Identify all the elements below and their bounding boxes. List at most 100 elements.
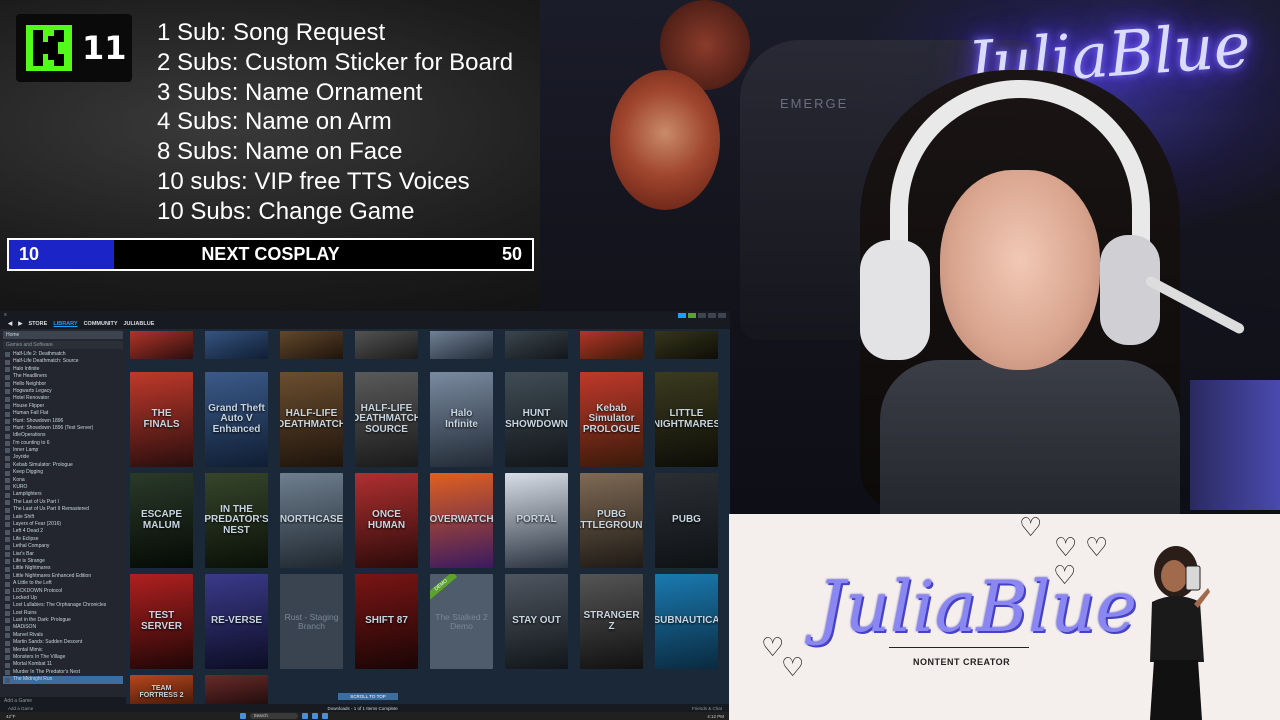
game-tile[interactable]: Halo Infinite: [430, 372, 493, 467]
game-tile[interactable]: TEAM FORTRESS 2: [130, 675, 193, 704]
sidebar-game-item[interactable]: Life Eclipse: [3, 536, 123, 543]
forward-arrow-icon[interactable]: ▶: [18, 321, 22, 327]
sidebar-game-item[interactable]: Locked Up: [3, 595, 123, 602]
windows-start-icon[interactable]: [239, 713, 246, 719]
maximize-icon[interactable]: [708, 312, 716, 318]
taskbar-search[interactable]: Search: [249, 713, 298, 719]
nav-community[interactable]: COMMUNITY: [84, 321, 118, 327]
sidebar-game-item[interactable]: Kebab Simulator: Prologue: [3, 462, 123, 469]
game-tile[interactable]: [505, 331, 568, 359]
sidebar-game-item[interactable]: Martin Sands: Sudden Descent: [3, 639, 123, 646]
sidebar-game-item[interactable]: Half-Life Deathmatch: Source: [3, 358, 123, 366]
nav-library[interactable]: LIBRARY: [53, 321, 77, 327]
taskbar-app-icon[interactable]: [301, 713, 308, 719]
sidebar-game-item[interactable]: A Little to the Left: [3, 580, 123, 587]
sidebar-game-item[interactable]: KURO: [3, 484, 123, 491]
sidebar-game-item[interactable]: Mental Mimic: [3, 647, 123, 654]
sidebar-filter[interactable]: Games and Software: [3, 341, 123, 349]
game-tile[interactable]: LITTLE NIGHTMARES: [655, 372, 718, 467]
sidebar-game-item[interactable]: I'm counting to 6: [3, 440, 123, 447]
sidebar-game-item[interactable]: IdleOperations: [3, 432, 123, 440]
sidebar-game-item[interactable]: Halo Infinite: [3, 366, 123, 373]
game-tile[interactable]: [355, 331, 418, 359]
downloads-status[interactable]: Downloads - 1 of 1 Items Complete: [327, 706, 397, 711]
sidebar-game-item[interactable]: Inner Lamp: [3, 447, 123, 454]
minimize-icon[interactable]: [698, 312, 706, 318]
steam-menu-icon[interactable]: ≡: [4, 312, 7, 318]
sidebar-game-item[interactable]: Left 4 Dead 2: [3, 528, 123, 536]
sidebar-game-item[interactable]: The Last of Us Part II Remastered: [3, 506, 123, 513]
game-tile[interactable]: Kebab Simulator PROLOGUE: [580, 372, 643, 467]
game-tile[interactable]: SHIFT 87: [355, 574, 418, 669]
sidebar-game-item[interactable]: Hogwarts Legacy: [3, 388, 123, 395]
game-tile[interactable]: OVERWATCH: [430, 473, 493, 568]
sidebar-game-item[interactable]: Monsters In The Village: [3, 654, 123, 661]
game-tile[interactable]: HUNT SHOWDOWN: [505, 372, 568, 467]
game-tile[interactable]: The Stalked 2 Demo DEMO: [430, 574, 493, 669]
taskbar-app-icon[interactable]: [311, 713, 318, 719]
bottom-add-game[interactable]: Add a Game: [8, 706, 33, 711]
game-tile[interactable]: SUBNAUTICA: [655, 574, 718, 669]
game-tile[interactable]: HALF-LIFE DEATHMATCH SOURCE: [355, 372, 418, 467]
weather[interactable]: 42°F: [6, 714, 16, 719]
notification-icon[interactable]: [678, 312, 686, 318]
game-tile[interactable]: [280, 331, 343, 359]
sidebar-game-item[interactable]: Hotel Renovator: [3, 395, 123, 403]
sidebar-game-item[interactable]: Murder In The Predator's Nest: [3, 669, 123, 676]
sidebar-game-item[interactable]: Mortal Kombat 11: [3, 661, 123, 669]
game-tile[interactable]: PORTAL: [505, 473, 568, 568]
game-tile[interactable]: [430, 331, 493, 359]
game-tile[interactable]: ONCE HUMAN: [355, 473, 418, 568]
game-tile[interactable]: [655, 331, 718, 359]
sidebar-game-item[interactable]: House Flipper: [3, 403, 123, 410]
game-tile[interactable]: Grand Theft Auto V Enhanced: [205, 372, 268, 467]
sidebar-game-item[interactable]: The Headliners: [3, 373, 123, 380]
sidebar-game-item[interactable]: The Midnight Run: [3, 676, 123, 684]
sidebar-game-item[interactable]: The Last of Us Part I: [3, 499, 123, 506]
sidebar-game-item[interactable]: Little Nightmares Enhanced Edition: [3, 573, 123, 580]
sidebar-game-item[interactable]: Hunt: Showdown 1896: [3, 418, 123, 425]
sidebar-game-item[interactable]: Half-Life 2: Deathmatch: [3, 351, 123, 358]
friends-chat[interactable]: Friends & Chat: [692, 706, 722, 711]
scroll-to-top-button[interactable]: SCROLL TO TOP: [338, 693, 398, 700]
game-tile[interactable]: [205, 675, 268, 704]
sidebar-game-item[interactable]: Joyride: [3, 454, 123, 462]
game-tile[interactable]: [130, 331, 193, 359]
sidebar-game-item[interactable]: Life is Strange: [3, 558, 123, 565]
sidebar-game-item[interactable]: LOCKDOWN Protocol: [3, 588, 123, 595]
sidebar-game-item[interactable]: Lust in the Dark: Prologue: [3, 617, 123, 624]
game-tile[interactable]: IN THE PREDATOR'S NEST: [205, 473, 268, 568]
game-tile[interactable]: PUBG: [655, 473, 718, 568]
sidebar-game-item[interactable]: Keep Digging: [3, 469, 123, 477]
friends-icon[interactable]: [688, 312, 696, 318]
game-tile[interactable]: NORTHCASE: [280, 473, 343, 568]
nav-store[interactable]: STORE: [28, 321, 47, 327]
sidebar-game-item[interactable]: Marvel Rivals: [3, 632, 123, 639]
game-tile[interactable]: PUBG BATTLEGROUNDS: [580, 473, 643, 568]
sidebar-game-item[interactable]: Human Fall Flat: [3, 410, 123, 417]
game-tile[interactable]: [205, 331, 268, 359]
sidebar-game-item[interactable]: Late Shift: [3, 514, 123, 521]
sidebar-game-item[interactable]: Lethal Company: [3, 543, 123, 550]
back-arrow-icon[interactable]: ◀: [8, 321, 12, 327]
game-tile[interactable]: ESCAPE MALUM: [130, 473, 193, 568]
sidebar-game-item[interactable]: Hello Neighbor: [3, 381, 123, 388]
sidebar-home[interactable]: Home: [3, 331, 123, 339]
sidebar-game-item[interactable]: Lost Ruins: [3, 610, 123, 617]
game-tile[interactable]: [580, 331, 643, 359]
game-tile[interactable]: Rust - Staging Branch: [280, 574, 343, 669]
sidebar-game-item[interactable]: Hunt: Showdown 1896 (Test Server): [3, 425, 123, 432]
taskbar-app-icon[interactable]: [321, 713, 328, 719]
game-tile[interactable]: STAY OUT: [505, 574, 568, 669]
close-icon[interactable]: [718, 312, 726, 318]
sidebar-game-item[interactable]: Lost Lullabies: The Orphanage Chronicles: [3, 602, 123, 610]
sidebar-game-item[interactable]: MADiSON: [3, 624, 123, 632]
sidebar-game-item[interactable]: Liar's Bar: [3, 551, 123, 558]
sidebar-game-item[interactable]: Little Nightmares: [3, 565, 123, 573]
sidebar-game-item[interactable]: Kona: [3, 477, 123, 484]
game-tile[interactable]: TEST SERVER: [130, 574, 193, 669]
nav-user[interactable]: JULIABLUE: [124, 321, 155, 327]
game-tile[interactable]: STRANGER Z: [580, 574, 643, 669]
taskbar-clock[interactable]: 4:12 PM: [707, 714, 724, 719]
game-tile[interactable]: RE-VERSE: [205, 574, 268, 669]
